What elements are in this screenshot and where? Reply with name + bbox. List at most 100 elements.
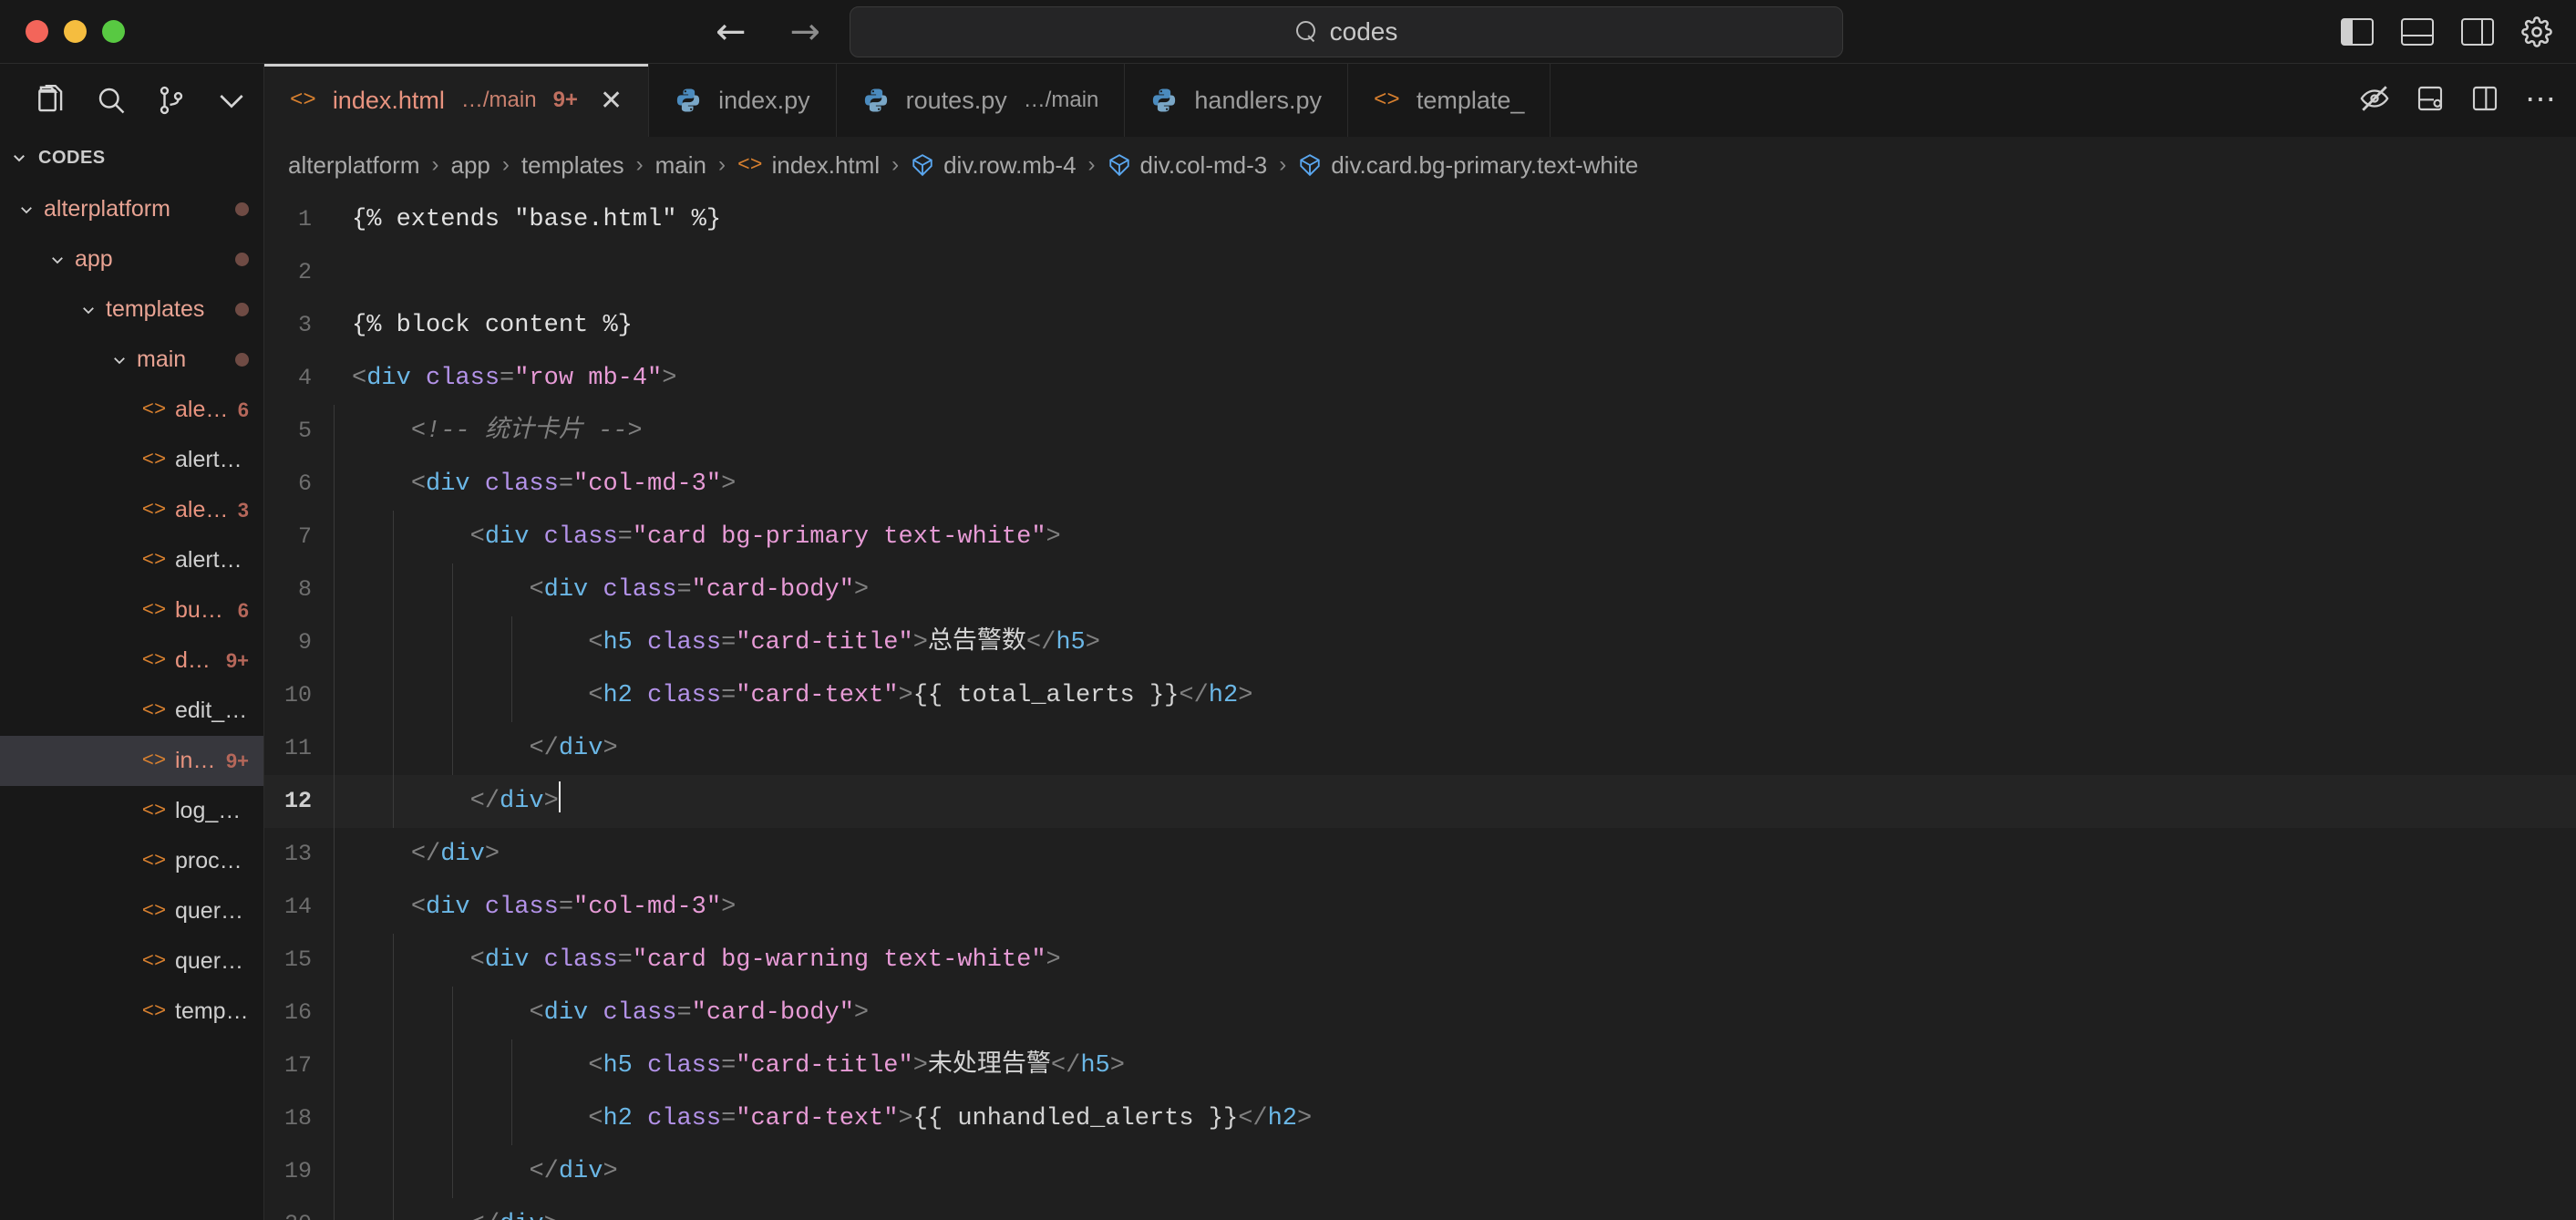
- tree-file[interactable]: <> alert_user...: [0, 435, 263, 485]
- html-file-icon: <>: [1374, 88, 1400, 113]
- editor-tab[interactable]: handlers.py: [1125, 64, 1348, 137]
- go-back-icon[interactable]: ←: [716, 14, 747, 50]
- tree-item-label: alterplatform: [44, 196, 170, 222]
- code-line[interactable]: 10 <h2 class="card-text">{{ total_alerts…: [264, 669, 2576, 722]
- problem-count-badge: 6: [237, 398, 249, 421]
- python-icon: [1153, 88, 1176, 112]
- command-center[interactable]: codes: [850, 5, 1843, 57]
- search-icon[interactable]: [86, 75, 137, 126]
- tree-file[interactable]: <> log_alerts...: [0, 786, 263, 836]
- code-line-content: <!-- 统计卡片 -->: [332, 405, 643, 458]
- code-line[interactable]: 4 <div class="row mb-4">: [264, 352, 2576, 405]
- go-forward-icon[interactable]: →: [790, 14, 821, 50]
- tree-file[interactable]: <> alert...3: [0, 485, 263, 535]
- tree-folder[interactable]: alterplatform: [0, 184, 263, 234]
- code-line[interactable]: 5 <!-- 统计卡片 -->: [264, 405, 2576, 458]
- chevron-down-icon[interactable]: [206, 75, 257, 126]
- code-line[interactable]: 2: [264, 246, 2576, 299]
- indent-guide: [334, 1145, 335, 1198]
- tree-folder[interactable]: templates: [0, 284, 263, 335]
- code-line[interactable]: 15 <div class="card bg-warning text-whit…: [264, 934, 2576, 987]
- tree-file[interactable]: <> alerts.html: [0, 535, 263, 585]
- tree-file[interactable]: <> query_his...: [0, 936, 263, 987]
- tree-file[interactable]: <> edit_busi...: [0, 686, 263, 736]
- code-line[interactable]: 13 </div>: [264, 828, 2576, 881]
- toggle-primary-sidebar-icon[interactable]: [2341, 17, 2374, 46]
- code-line[interactable]: 1 {% extends "base.html" %}: [264, 193, 2576, 246]
- indent-guide: [334, 669, 335, 722]
- symbol-cube-icon: [1300, 154, 1320, 177]
- modified-indicator: [235, 202, 249, 216]
- toggle-panel-icon[interactable]: [2401, 17, 2434, 46]
- code-line-content: <div class="card bg-primary text-white">: [332, 511, 1061, 563]
- editor-tab[interactable]: index.py: [649, 64, 837, 137]
- tree-item-label: edit_busi...: [175, 698, 249, 723]
- tab-path: …/main: [1023, 88, 1099, 112]
- more-actions-icon[interactable]: ⋯: [2525, 85, 2556, 115]
- code-line[interactable]: 17 <h5 class="card-title">未处理告警</h5>: [264, 1039, 2576, 1092]
- code-editor[interactable]: 1 {% extends "base.html" %} 2 3 {% block con…: [264, 193, 2576, 1220]
- token-punct: </: [1179, 682, 1209, 709]
- maximize-window-button[interactable]: [102, 20, 125, 43]
- tree-file[interactable]: <> dat...9+: [0, 636, 263, 686]
- token-attrname: class: [484, 470, 559, 498]
- breadcrumb-item[interactable]: main: [655, 151, 706, 180]
- tree-file[interactable]: <> template_...: [0, 987, 263, 1037]
- token-punct: >: [898, 682, 913, 709]
- problem-count-badge: 3: [237, 498, 249, 522]
- code-line[interactable]: 14 <div class="col-md-3">: [264, 881, 2576, 934]
- code-line[interactable]: 8 <div class="card-body">: [264, 563, 2576, 616]
- explorer-section-header[interactable]: CODES: [0, 137, 263, 179]
- code-line[interactable]: 7 <div class="card bg-primary text-white…: [264, 511, 2576, 563]
- tree-file[interactable]: <> process_a...: [0, 836, 263, 886]
- tree-file[interactable]: <> alert... 6: [0, 385, 263, 435]
- code-line[interactable]: 3 {% block content %}: [264, 299, 2576, 352]
- token-punct: <: [410, 894, 427, 921]
- editor-tab[interactable]: <> index.html …/main 9+ ✕: [264, 64, 650, 137]
- minimize-window-button[interactable]: [64, 20, 87, 43]
- token-tag: div: [484, 523, 530, 551]
- tree-file[interactable]: <> query_his...: [0, 886, 263, 936]
- code-line[interactable]: 19 </div>: [264, 1145, 2576, 1198]
- line-number: 4: [297, 365, 312, 391]
- editor-tab[interactable]: routes.py …/main: [837, 64, 1126, 137]
- breadcrumb-item[interactable]: app: [451, 151, 490, 180]
- indent-guide: [452, 563, 453, 616]
- breadcrumb-item[interactable]: div.card.bg-primary.text-white: [1298, 151, 1638, 180]
- hide-preview-icon[interactable]: [2359, 83, 2390, 119]
- code-line[interactable]: 16 <div class="card-body">: [264, 987, 2576, 1039]
- tree-folder[interactable]: app: [0, 234, 263, 284]
- breadcrumb-item[interactable]: div.col-md-3: [1108, 151, 1267, 180]
- breadcrumb-item[interactable]: <> index.html: [737, 151, 880, 180]
- editor-tab[interactable]: <> template_: [1348, 64, 1551, 137]
- indent-guide: [334, 775, 335, 828]
- toggle-secondary-sidebar-icon[interactable]: [2461, 17, 2494, 46]
- tree-folder[interactable]: main: [0, 335, 263, 385]
- token-attrname: class: [484, 894, 559, 921]
- explorer-icon[interactable]: [26, 75, 77, 126]
- breadcrumb-item[interactable]: templates: [521, 151, 624, 180]
- code-line[interactable]: 6 <div class="col-md-3">: [264, 458, 2576, 511]
- split-editor-down-icon[interactable]: [2416, 84, 2445, 118]
- close-tab-icon[interactable]: ✕: [600, 85, 623, 117]
- breadcrumb-item[interactable]: div.row.mb-4: [911, 151, 1077, 180]
- code-line[interactable]: 20 </div>: [264, 1198, 2576, 1220]
- token-punct: <: [352, 365, 367, 392]
- text-cursor: [558, 781, 561, 812]
- source-control-icon[interactable]: [146, 75, 197, 126]
- settings-gear-icon[interactable]: [2521, 16, 2552, 47]
- breadcrumb-item[interactable]: alterplatform: [288, 151, 420, 180]
- tree-file[interactable]: <> inde... 9+: [0, 736, 263, 786]
- code-line[interactable]: 12 </div>: [264, 775, 2576, 828]
- split-editor-right-icon[interactable]: [2470, 84, 2499, 118]
- code-line[interactable]: 18 <h2 class="card-text">{{ unhandled_al…: [264, 1092, 2576, 1145]
- code-line[interactable]: 9 <h5 class="card-title">总告警数</h5>: [264, 616, 2576, 669]
- code-line[interactable]: 11 </div>: [264, 722, 2576, 775]
- breadcrumb-separator: ›: [717, 152, 726, 177]
- tree-file[interactable]: <> busin...6: [0, 585, 263, 636]
- close-window-button[interactable]: [26, 20, 48, 43]
- token-attrname: class: [603, 999, 677, 1027]
- indent-guide: [334, 616, 335, 669]
